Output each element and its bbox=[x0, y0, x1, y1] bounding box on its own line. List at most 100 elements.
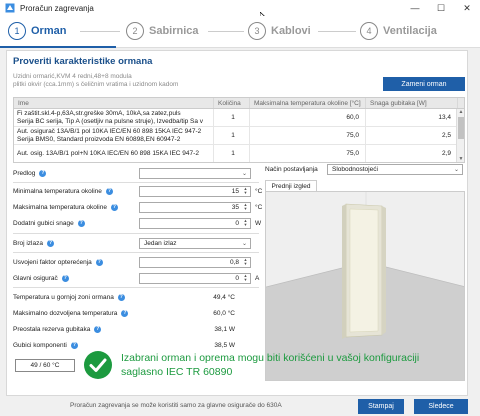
table-scrollbar[interactable]: ▲ ▼ bbox=[456, 109, 464, 162]
load-factor-value: 0,8 bbox=[229, 258, 239, 266]
close-button[interactable]: ✕ bbox=[454, 0, 480, 16]
step-label: Orman bbox=[31, 25, 67, 37]
chevron-down-icon: ⌄ bbox=[453, 167, 459, 173]
mounting-label: Način postavljanja bbox=[265, 166, 318, 173]
mounting-select[interactable]: Slobodnostojeći ⌄ bbox=[327, 164, 463, 175]
minimize-button[interactable]: — bbox=[402, 0, 428, 16]
help-icon[interactable]: ? bbox=[95, 258, 103, 266]
success-check-icon bbox=[84, 351, 112, 379]
footer: Proračun zagrevanja se može koristiti sa… bbox=[0, 396, 480, 416]
main-fuse-input[interactable]: 0 ▲ ▼ bbox=[139, 272, 251, 284]
cell-name: Fi zaštit.skl.4-p,63A,str.greške 30mA, 1… bbox=[14, 109, 214, 126]
help-icon[interactable]: ? bbox=[94, 325, 102, 333]
step-number: 2 bbox=[126, 22, 144, 40]
spinner-arrows-icon[interactable]: ▲ ▼ bbox=[242, 273, 249, 283]
main-fuse-value: 0 bbox=[235, 274, 239, 282]
replace-enclosure-button[interactable]: Zameni orman bbox=[383, 77, 465, 91]
predlog-row: Predlog ? ⌄ bbox=[13, 167, 259, 179]
max-temp-input[interactable]: 35 ▲ ▼ bbox=[139, 201, 251, 213]
upper-temp-label: Temperatura u gornjoj zoni ormana bbox=[13, 293, 114, 301]
extra-loss-input[interactable]: 0 ▲ ▼ bbox=[139, 217, 251, 229]
next-button[interactable]: Sledece bbox=[414, 399, 468, 414]
upper-temp-row: Temperatura u gornjoj zoni ormana ? 49,4… bbox=[13, 291, 259, 303]
help-icon[interactable]: ? bbox=[110, 203, 118, 211]
cell-max-temp: 75,0 bbox=[250, 145, 366, 162]
spinner-arrows-icon[interactable]: ▲ ▼ bbox=[242, 202, 249, 212]
extra-loss-value: 0 bbox=[235, 219, 239, 227]
column-header-quantity[interactable]: Količina bbox=[214, 98, 250, 108]
max-temp-label: Maksimalna temperatura okoline bbox=[13, 203, 107, 211]
table-row[interactable]: Fi zaštit.skl.4-p,63A,str.greške 30mA, 1… bbox=[14, 109, 464, 127]
column-header-power-loss[interactable]: Snaga gubitaka [W] bbox=[366, 98, 458, 108]
scrollbar-thumb[interactable] bbox=[458, 117, 464, 139]
window-title: Proračun zagrevanja bbox=[20, 3, 94, 13]
cell-name-line1: Aut. osig. 13A/B/1 pol+N 10KA IEC/EN 60 … bbox=[17, 149, 199, 157]
column-header-name[interactable]: Ime bbox=[14, 98, 214, 108]
scroll-up-icon[interactable]: ▲ bbox=[457, 109, 464, 116]
predlog-select[interactable]: ⌄ bbox=[139, 167, 251, 179]
step-kablovi[interactable]: 3 Kablovi bbox=[248, 22, 311, 40]
table-header: Ime Količina Maksimalna temperatura okol… bbox=[14, 98, 464, 109]
cell-power-loss: 2,5 bbox=[366, 127, 458, 144]
step-connector bbox=[318, 31, 356, 32]
cell-name: Aut. osigurač 13A/B/1 pol 10KA IEC/EN 60… bbox=[14, 127, 214, 144]
step-ventilacija[interactable]: 4 Ventilacija bbox=[360, 22, 437, 40]
enclosure-description-line2: plitki okvir (cca.1mm) s čeličnim vratim… bbox=[13, 81, 179, 88]
spinner-arrows-icon[interactable]: ▲ ▼ bbox=[242, 186, 249, 196]
cell-quantity: 1 bbox=[214, 109, 250, 126]
main-fuse-row: Glavni osigurač ? 0 ▲ ▼ A bbox=[13, 272, 259, 284]
upper-temp-value: 49,4 °C bbox=[213, 293, 235, 301]
cell-name-line2: Serija BC serija, Tip A (osetljiv na pul… bbox=[17, 117, 204, 125]
main-fuse-label: Glavni osigurač bbox=[13, 274, 58, 282]
maximize-button[interactable]: ☐ bbox=[428, 0, 454, 16]
section-heading: Proveriti karakteristike ormana bbox=[13, 56, 153, 67]
help-icon[interactable]: ? bbox=[121, 309, 129, 317]
reserve-value: 38,1 W bbox=[214, 325, 235, 333]
load-factor-input[interactable]: 0,8 ▲ ▼ bbox=[139, 256, 251, 268]
active-step-indicator bbox=[0, 46, 116, 48]
title-bar: Proračun zagrevanja — ☐ ✕ bbox=[0, 0, 480, 16]
predlog-label: Predlog bbox=[13, 169, 36, 177]
temperature-status-box: 49 / 60 °C bbox=[15, 359, 75, 372]
max-allowed-label: Maksimalno dozvoljena temperatura bbox=[13, 309, 118, 317]
scroll-down-icon[interactable]: ▼ bbox=[457, 156, 464, 162]
reserve-label: Preostala rezerva gubitaka bbox=[13, 325, 91, 333]
components-table: Ime Količina Maksimalna temperatura okol… bbox=[13, 97, 465, 163]
help-icon[interactable]: ? bbox=[61, 274, 69, 282]
mounting-value: Slobodnostojeći bbox=[332, 166, 378, 173]
enclosure-description: Uzidni ormarić,KVM 4 redni,48+8 modula p… bbox=[13, 73, 178, 89]
help-icon[interactable]: ? bbox=[39, 169, 47, 177]
outputs-row: Broj izlaza ? Jedan izlaz ⌄ bbox=[13, 237, 259, 249]
load-factor-label: Usvojeni faktor opterećenja bbox=[13, 258, 92, 266]
print-button[interactable]: Stampaj bbox=[358, 399, 404, 414]
step-number: 3 bbox=[248, 22, 266, 40]
step-orman[interactable]: 1 Orman bbox=[8, 22, 66, 40]
outputs-select[interactable]: Jedan izlaz ⌄ bbox=[139, 237, 251, 249]
step-sabirnica[interactable]: 2 Sabirnica bbox=[126, 22, 199, 40]
extra-loss-unit: W bbox=[255, 219, 262, 227]
spinner-arrows-icon[interactable]: ▲ ▼ bbox=[242, 218, 249, 228]
footer-info-text: Proračun zagrevanja se može koristiti sa… bbox=[70, 402, 282, 409]
outputs-label: Broj izlaza bbox=[13, 239, 43, 247]
step-connector bbox=[208, 31, 244, 32]
help-icon[interactable]: ? bbox=[46, 239, 54, 247]
chevron-down-icon: ⌄ bbox=[241, 170, 247, 177]
step-label: Sabirnica bbox=[149, 25, 199, 37]
min-temp-unit: °C bbox=[255, 187, 263, 195]
column-header-max-temp[interactable]: Maksimalna temperatura okoline [°C] bbox=[250, 98, 366, 108]
help-icon[interactable]: ? bbox=[117, 293, 125, 301]
help-icon[interactable]: ? bbox=[105, 187, 113, 195]
help-icon[interactable]: ? bbox=[77, 219, 85, 227]
min-temp-row: Minimalna temperatura okoline ? 15 ▲ ▼ °C bbox=[13, 185, 263, 197]
spinner-arrows-icon[interactable]: ▲ ▼ bbox=[242, 257, 249, 267]
max-temp-value: 35 bbox=[231, 203, 239, 211]
table-row[interactable]: Aut. osigurač 13A/B/1 pol 10KA IEC/EN 60… bbox=[14, 127, 464, 145]
cell-name-line1: Aut. osigurač 13A/B/1 pol 10KA IEC/EN 60… bbox=[17, 127, 202, 135]
result-message-line1: Izabrani orman i oprema mogu biti korišć… bbox=[121, 352, 420, 364]
result-row: 49 / 60 °C Izabrani orman i oprema mogu … bbox=[13, 341, 465, 391]
max-temp-row: Maksimalna temperatura okoline ? 35 ▲ ▼ °… bbox=[13, 201, 262, 213]
min-temp-input[interactable]: 15 ▲ ▼ bbox=[139, 185, 251, 197]
extra-loss-label: Dodatni gubici snage bbox=[13, 219, 74, 227]
cell-power-loss: 13,4 bbox=[366, 109, 458, 126]
table-row[interactable]: Aut. osig. 13A/B/1 pol+N 10KA IEC/EN 60 … bbox=[14, 145, 464, 162]
